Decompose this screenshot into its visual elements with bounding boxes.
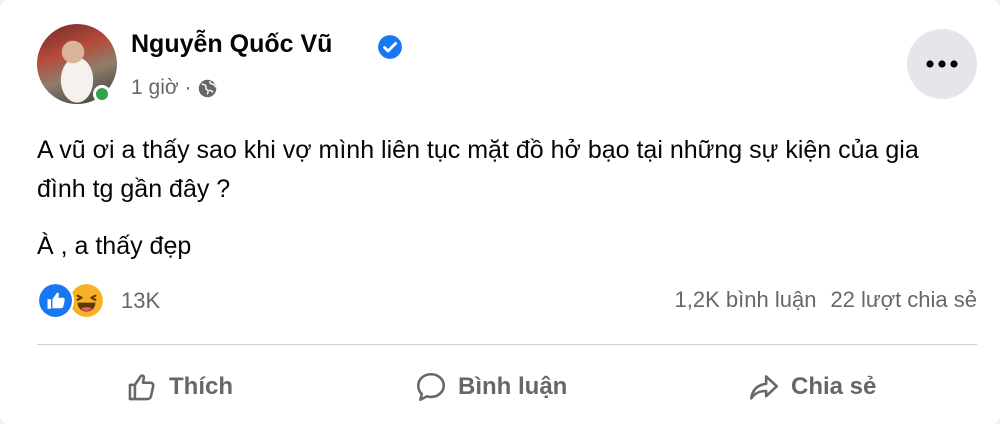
reaction-summary[interactable]: 13K xyxy=(37,282,160,319)
like-button-label: Thích xyxy=(169,373,233,400)
comment-count-link[interactable]: 1,2K bình luận xyxy=(675,287,817,313)
post-meta: 1 giờ · xyxy=(131,76,218,100)
globe-icon xyxy=(199,79,217,97)
comment-bubble-icon xyxy=(416,372,446,402)
post-timestamp[interactable]: 1 giờ · xyxy=(131,76,191,100)
comment-button[interactable]: Bình luận xyxy=(414,362,567,412)
action-bar-divider xyxy=(37,344,977,345)
reaction-count: 13K xyxy=(121,287,161,313)
verified-badge-icon xyxy=(378,35,402,59)
like-button[interactable]: Thích xyxy=(125,362,233,412)
share-button[interactable]: Chia sẻ xyxy=(747,362,876,412)
online-status-dot xyxy=(93,85,111,103)
share-button-label: Chia sẻ xyxy=(791,373,877,400)
post-stats: 1,2K bình luận 22 lượt chia sẻ xyxy=(675,287,977,313)
post-paragraph-2: À , a thấy đẹp xyxy=(37,232,192,260)
share-count-link[interactable]: 22 lượt chia sẻ xyxy=(830,287,977,313)
share-arrow-icon xyxy=(749,375,779,400)
post-paragraph-1: A vũ ơi a thấy sao khi vợ mình liên tục … xyxy=(37,136,919,203)
comment-button-label: Bình luận xyxy=(458,373,568,400)
like-icon xyxy=(37,282,74,319)
post-body: A vũ ơi a thấy sao khi vợ mình liên tục … xyxy=(37,131,967,284)
post-card: Nguyễn Quốc Vũ 1 giờ · A vũ ơi a thấy sa… xyxy=(0,0,1000,424)
more-dots-icon xyxy=(926,60,958,68)
thumbs-up-icon xyxy=(128,374,155,401)
author-name[interactable]: Nguyễn Quốc Vũ xyxy=(131,30,332,59)
more-options-button[interactable] xyxy=(907,29,977,99)
